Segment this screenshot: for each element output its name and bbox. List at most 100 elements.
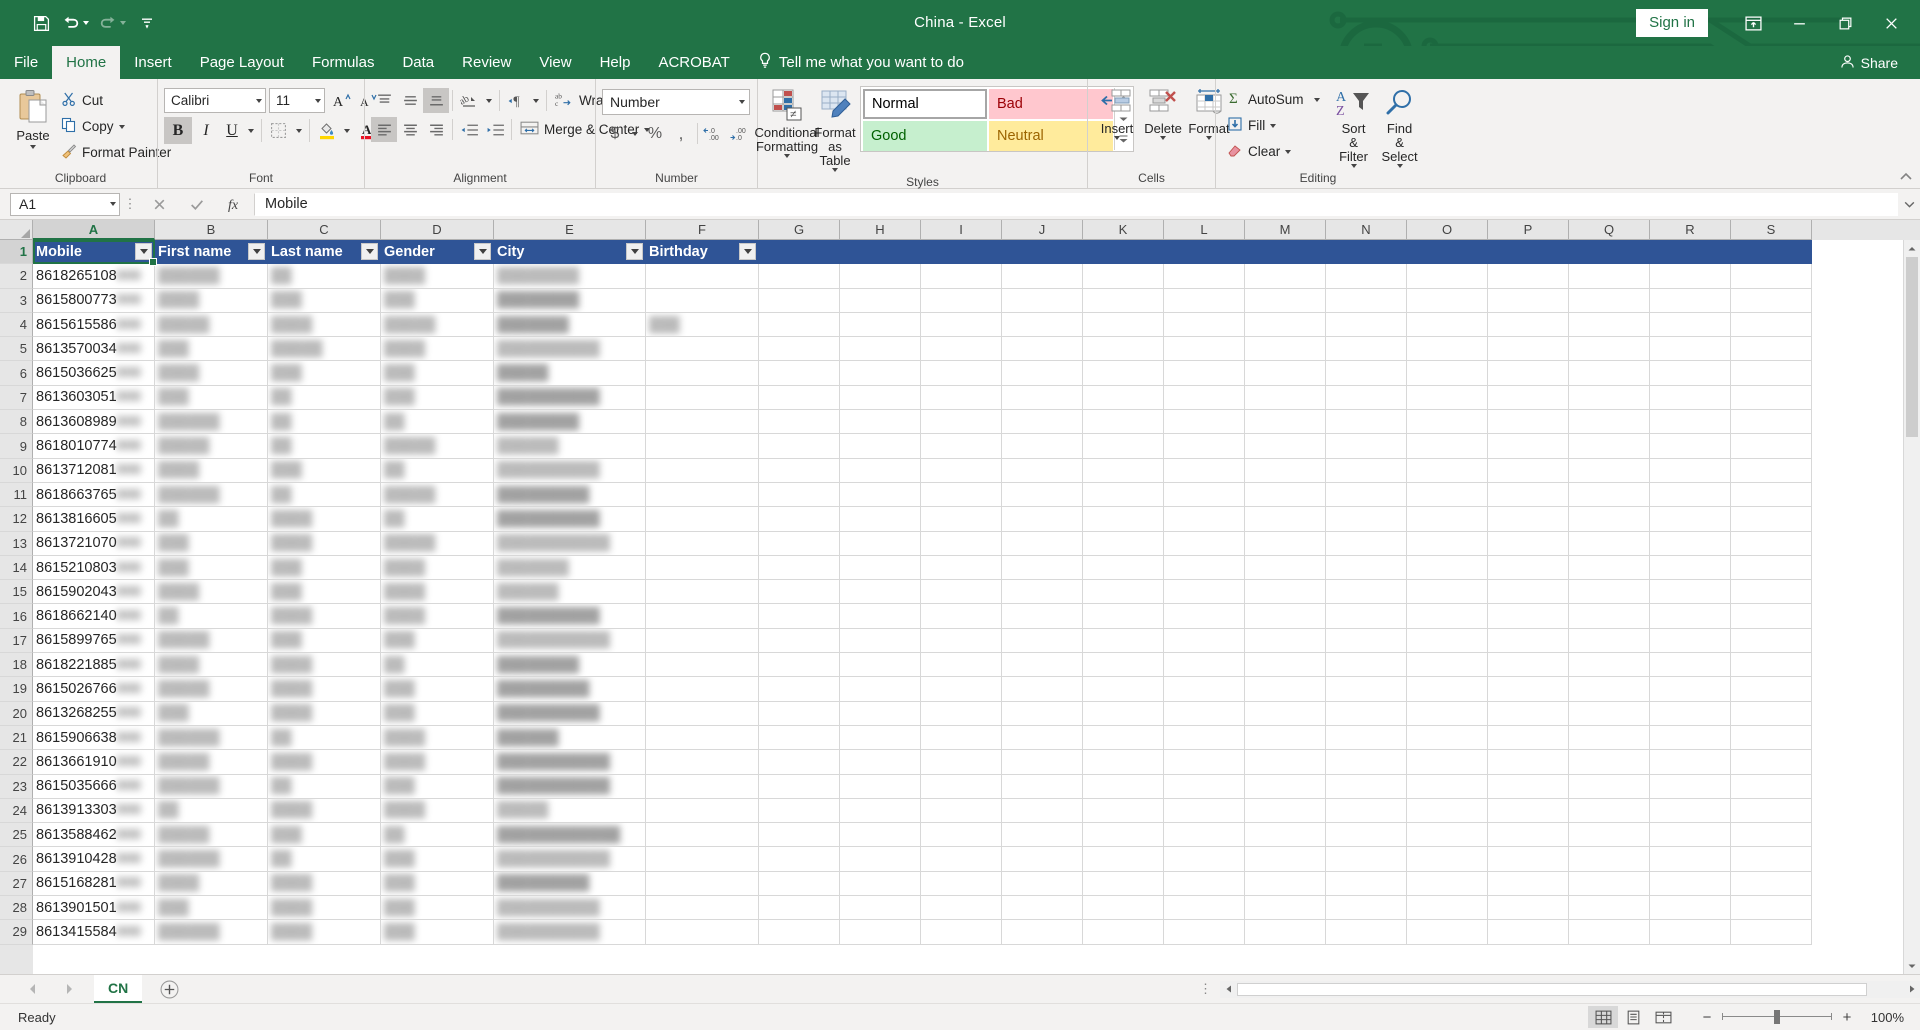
cell-empty[interactable] [1002, 750, 1083, 774]
table-header-cell-empty[interactable] [1488, 240, 1569, 264]
cell-empty[interactable] [1326, 434, 1407, 458]
cell-empty[interactable] [1407, 775, 1488, 799]
cell-first-name[interactable]: ████ [155, 872, 268, 896]
save-icon[interactable] [26, 9, 56, 37]
row-header-7[interactable]: 7 [0, 386, 33, 410]
cell-city[interactable]: ██████████ [494, 386, 646, 410]
cell-empty[interactable] [1488, 313, 1569, 337]
cell-empty[interactable] [1569, 556, 1650, 580]
cell-birthday[interactable] [646, 872, 759, 896]
cell-last-name[interactable]: ██ [268, 726, 381, 750]
cell-first-name[interactable]: ███ [155, 702, 268, 726]
cell-empty[interactable] [1326, 702, 1407, 726]
cell-last-name[interactable]: ████ [268, 799, 381, 823]
cell-empty[interactable] [1002, 920, 1083, 944]
cell-empty[interactable] [1569, 289, 1650, 313]
cell-empty[interactable] [759, 872, 840, 896]
cell-first-name[interactable]: █████ [155, 823, 268, 847]
cell-empty[interactable] [921, 677, 1002, 701]
paste-button[interactable]: Paste [10, 85, 56, 151]
format-cells-caret[interactable] [1206, 136, 1212, 140]
cell-empty[interactable] [1407, 459, 1488, 483]
fill-button[interactable]: Fill [1222, 113, 1325, 138]
cell-mobile[interactable]: 8615168281 000 [33, 872, 155, 896]
table-header-cell-empty[interactable] [840, 240, 921, 264]
cell-empty[interactable] [1407, 629, 1488, 653]
row-header-15[interactable]: 15 [0, 580, 33, 604]
cell-empty[interactable] [1488, 677, 1569, 701]
cell-gender[interactable]: ████ [381, 604, 494, 628]
cell-empty[interactable] [1002, 726, 1083, 750]
tab-view[interactable]: View [525, 46, 585, 79]
cell-empty[interactable] [1650, 920, 1731, 944]
cell-gender[interactable]: ██ [381, 410, 494, 434]
cell-empty[interactable] [1002, 847, 1083, 871]
cell-empty[interactable] [840, 750, 921, 774]
row-header-8[interactable]: 8 [0, 410, 33, 434]
cell-empty[interactable] [1650, 726, 1731, 750]
cell-empty[interactable] [1245, 264, 1326, 288]
cell-empty[interactable] [759, 434, 840, 458]
cell-last-name[interactable]: ████ [268, 872, 381, 896]
cell-empty[interactable] [921, 799, 1002, 823]
cell-mobile[interactable]: 8613712081 000 [33, 459, 155, 483]
cell-empty[interactable] [921, 775, 1002, 799]
cell-empty[interactable] [1407, 483, 1488, 507]
cell-empty[interactable] [1002, 677, 1083, 701]
row-header-3[interactable]: 3 [0, 289, 33, 313]
column-header-R[interactable]: R [1650, 220, 1731, 240]
cell-empty[interactable] [1731, 920, 1812, 944]
cell-empty[interactable] [1731, 434, 1812, 458]
cell-empty[interactable] [840, 872, 921, 896]
text-direction-icon[interactable]: ¶ [503, 88, 529, 113]
cell-city[interactable]: ████████████ [494, 823, 646, 847]
cell-empty[interactable] [759, 604, 840, 628]
cell-empty[interactable] [759, 483, 840, 507]
cell-empty[interactable] [1083, 896, 1164, 920]
redo-dropdown-caret[interactable] [120, 21, 126, 25]
column-header-D[interactable]: D [381, 220, 494, 240]
fill-caret[interactable] [1270, 124, 1276, 128]
cell-first-name[interactable]: ██ [155, 604, 268, 628]
cell-empty[interactable] [1569, 872, 1650, 896]
cell-empty[interactable] [1407, 434, 1488, 458]
cell-last-name[interactable]: ████ [268, 653, 381, 677]
cell-empty[interactable] [1650, 337, 1731, 361]
find-and-select-caret[interactable] [1397, 164, 1403, 168]
cell-birthday[interactable] [646, 653, 759, 677]
cell-empty[interactable] [1407, 313, 1488, 337]
cell-empty[interactable] [1731, 459, 1812, 483]
cell-empty[interactable] [1731, 677, 1812, 701]
column-header-C[interactable]: C [268, 220, 381, 240]
cell-empty[interactable] [1083, 264, 1164, 288]
cell-empty[interactable] [1569, 264, 1650, 288]
number-format-dropdown[interactable]: Number [602, 89, 750, 115]
column-header-A[interactable]: A [33, 220, 155, 240]
share-button[interactable]: Share [1840, 54, 1920, 72]
cell-empty[interactable] [1488, 726, 1569, 750]
cell-empty[interactable] [759, 920, 840, 944]
cell-empty[interactable] [1002, 507, 1083, 531]
table-header-cell-last-name[interactable]: Last name [268, 240, 381, 264]
cell-empty[interactable] [1569, 677, 1650, 701]
cell-gender[interactable]: ███ [381, 386, 494, 410]
cell-empty[interactable] [1245, 677, 1326, 701]
align-bottom-icon[interactable] [423, 88, 449, 113]
format-as-table-caret[interactable] [832, 168, 838, 172]
filter-dropdown-gender[interactable] [474, 243, 491, 260]
cell-birthday[interactable] [646, 532, 759, 556]
cell-empty[interactable] [1731, 847, 1812, 871]
cell-empty[interactable] [1002, 799, 1083, 823]
comma-format-icon[interactable]: , [668, 121, 694, 146]
cell-last-name[interactable]: ██ [268, 264, 381, 288]
cell-gender[interactable]: ███ [381, 847, 494, 871]
cell-empty[interactable] [1731, 289, 1812, 313]
cell-empty[interactable] [1164, 896, 1245, 920]
cell-first-name[interactable]: █████ [155, 677, 268, 701]
cell-gender[interactable]: ██ [381, 823, 494, 847]
table-header-cell-empty[interactable] [1083, 240, 1164, 264]
cell-gender[interactable]: ████ [381, 726, 494, 750]
cell-mobile[interactable]: 8613913303 000 [33, 799, 155, 823]
sort-and-filter-button[interactable]: AZ Sort & Filter [1331, 86, 1377, 170]
cell-empty[interactable] [1569, 580, 1650, 604]
